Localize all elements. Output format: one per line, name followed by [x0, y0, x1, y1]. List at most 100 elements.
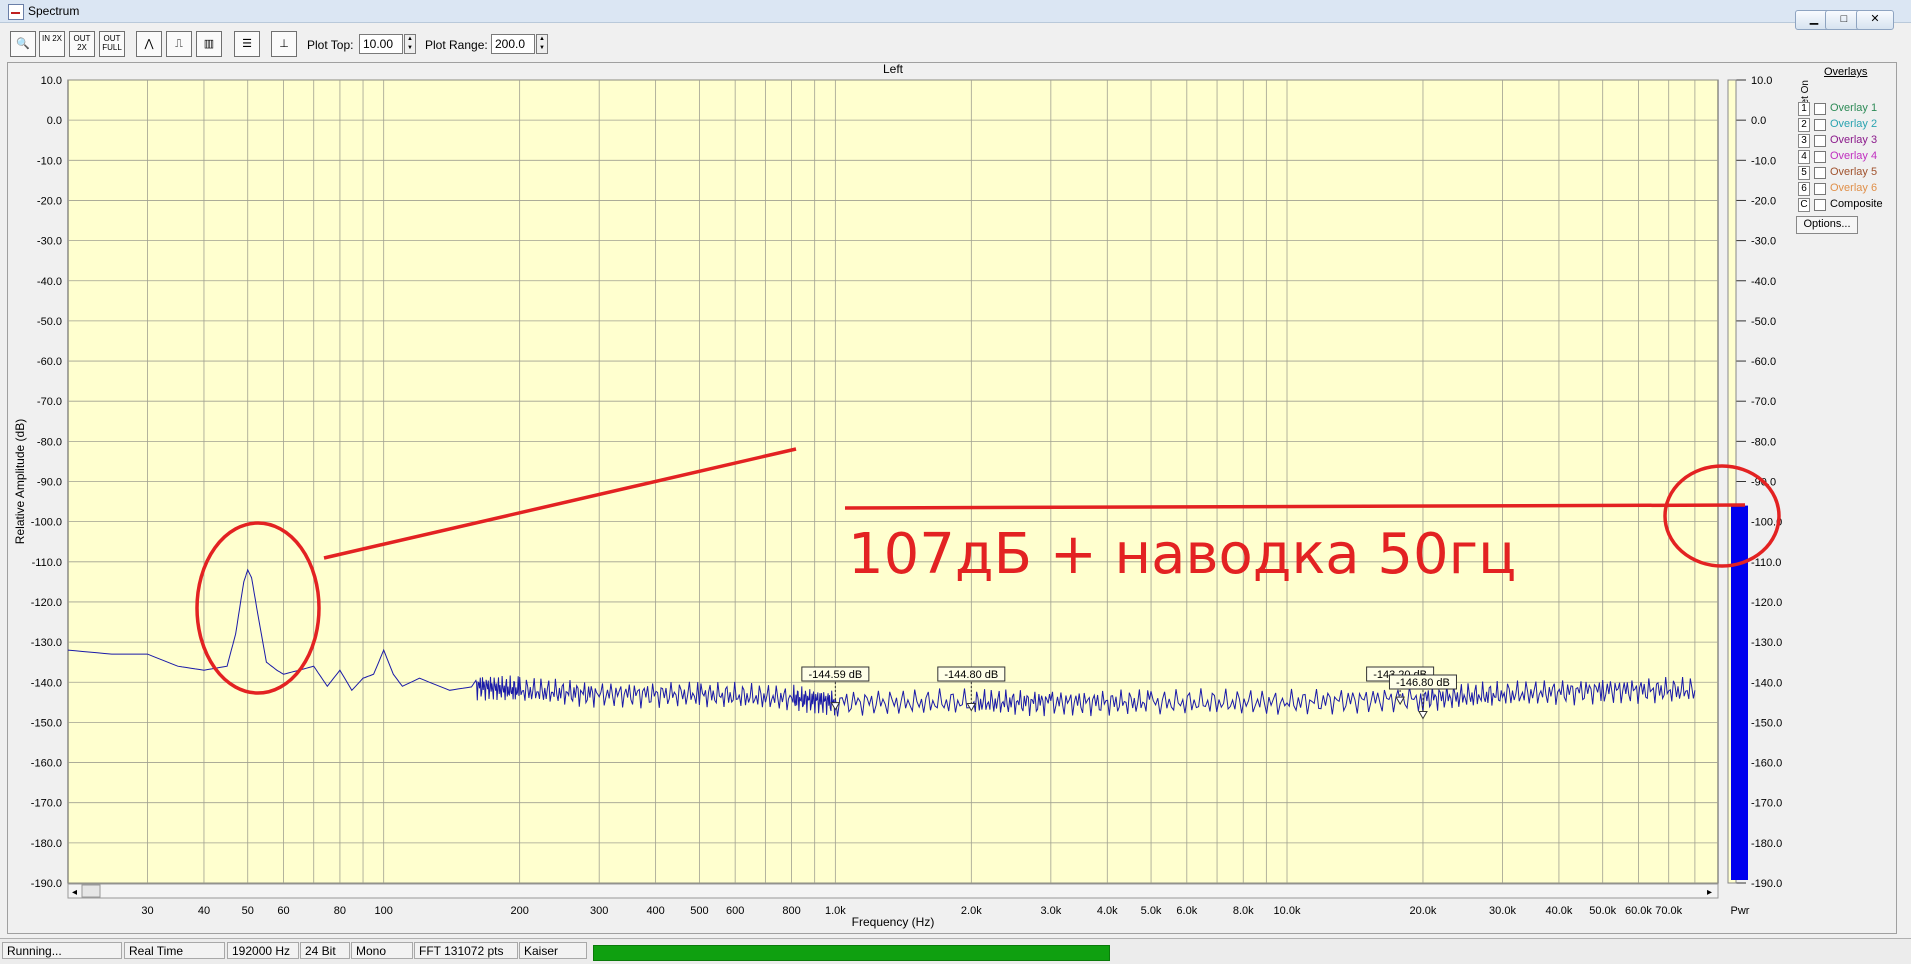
status-state: Running... [2, 942, 122, 959]
status-bar: Running... Real Time 192000 Hz 24 Bit Mo… [0, 938, 1911, 964]
x-tick-label: 200 [510, 905, 528, 917]
overlays-panel: Overlays Set On 1 Overlay 1 2 Overlay 2 3 Ove… [1794, 64, 1904, 264]
overlay-checkbox[interactable] [1814, 119, 1826, 131]
overlay-name: Overlay 6 [1830, 182, 1878, 194]
x-tick-label: 10.0k [1274, 905, 1301, 917]
overlay-name: Overlay 5 [1830, 166, 1878, 178]
annotation-text: 107дБ + наводка 50гц [848, 522, 1517, 587]
y-tick-label-left: -70.0 [37, 396, 62, 408]
scroll-left-arrow: ◂ [72, 887, 77, 898]
y-tick-label-left: -180.0 [31, 838, 62, 850]
y-axis-label: Relative Amplitude (dB) [13, 419, 27, 544]
x-axis-label: Frequency (Hz) [852, 915, 935, 929]
y-tick-label-right: -160.0 [1751, 758, 1782, 770]
y-tick-label-left: -110.0 [32, 557, 62, 569]
x-tick-label: 2.0k [961, 905, 982, 917]
y-tick-label-left: -130.0 [31, 637, 62, 649]
y-tick-label-left: -10.0 [37, 155, 62, 167]
overlay-checkbox[interactable] [1814, 103, 1826, 115]
y-tick-label-left: -150.0 [31, 717, 62, 729]
chart-title: Left [883, 62, 904, 76]
level-meter [593, 945, 1110, 961]
y-tick-label-left: -80.0 [37, 436, 62, 448]
x-tick-label: 800 [782, 905, 800, 917]
status-mode: Real Time [124, 942, 225, 959]
x-tick-label: 6.0k [1176, 905, 1197, 917]
overlay-name: Overlay 3 [1830, 134, 1878, 146]
x-tick-label: 4.0k [1097, 905, 1118, 917]
y-tick-label-right: -140.0 [1751, 677, 1782, 689]
y-tick-label-left: -190.0 [31, 878, 62, 890]
overlay-set-button[interactable]: 2 [1798, 118, 1810, 132]
overlay-set-button[interactable]: 3 [1798, 134, 1810, 148]
marker-label: -144.59 dB [808, 669, 862, 681]
status-bit-depth: 24 Bit [300, 942, 350, 959]
marker-label: -146.80 dB [1396, 677, 1450, 689]
y-tick-label-left: -160.0 [31, 758, 62, 770]
y-tick-label-right: -50.0 [1751, 316, 1776, 328]
overlay-set-button[interactable]: C [1798, 198, 1810, 212]
x-tick-label: 400 [646, 905, 664, 917]
status-channels: Mono [351, 942, 413, 959]
overlay-checkbox[interactable] [1814, 135, 1826, 147]
overlay-set-button[interactable]: 6 [1798, 182, 1810, 196]
y-tick-label-right: -80.0 [1751, 436, 1776, 448]
scroll-thumb [81, 884, 101, 898]
overlay-name: Overlay 4 [1830, 150, 1878, 162]
y-tick-label-right: 10.0 [1751, 75, 1772, 87]
overlays-options-button[interactable]: Options... [1796, 216, 1858, 234]
y-tick-label-left: -60.0 [37, 356, 62, 368]
scroll-right-arrow: ▸ [1707, 887, 1712, 898]
x-tick-label: 20.0k [1410, 905, 1437, 917]
y-tick-label-right: -180.0 [1751, 838, 1782, 850]
overlay-checkbox[interactable] [1814, 183, 1826, 195]
overlay-name: Overlay 1 [1830, 102, 1878, 114]
overlay-set-button[interactable]: 4 [1798, 150, 1810, 164]
x-tick-label: 50.0k [1589, 905, 1616, 917]
x-tick-label: 40.0k [1545, 905, 1572, 917]
y-tick-label-right: -30.0 [1751, 236, 1776, 248]
y-tick-label-left: -120.0 [31, 597, 62, 609]
x-tick-label: 50 [242, 905, 254, 917]
x-tick-label: 5.0k [1141, 905, 1162, 917]
spectrum-chart: 10.0 10.0 0.0 0.0 -10.0 -10.0 -20.0 -20.0 -30.0 -… [13, 62, 1782, 929]
overlay-set-button[interactable]: 5 [1798, 166, 1810, 180]
y-tick-label-right: -70.0 [1751, 396, 1776, 408]
overlay-checkbox[interactable] [1814, 199, 1826, 211]
x-tick-label: 60.0k [1625, 905, 1652, 917]
x-tick-label: 1.0k [825, 905, 846, 917]
x-tick-label: 30.0k [1489, 905, 1516, 917]
y-tick-label-left: 0.0 [47, 115, 62, 127]
y-tick-label-right: -120.0 [1751, 597, 1782, 609]
overlay-name: Composite [1830, 198, 1883, 210]
y-tick-label-left: -100.0 [31, 517, 62, 529]
x-tick-label: 40 [198, 905, 210, 917]
y-tick-label-left: -170.0 [31, 798, 62, 810]
x-tick-label: 3.0k [1040, 905, 1061, 917]
y-tick-label-right: -170.0 [1751, 798, 1782, 810]
x-tick-label: 600 [726, 905, 744, 917]
overlay-checkbox[interactable] [1814, 167, 1826, 179]
horizontal-scrollbar [67, 883, 1719, 899]
x-tick-label: 8.0k [1233, 905, 1254, 917]
y-tick-label-right: -10.0 [1751, 155, 1776, 167]
y-tick-label-right: -150.0 [1751, 717, 1782, 729]
status-window: Kaiser [519, 942, 587, 959]
y-tick-label-left: 10.0 [41, 75, 62, 87]
y-tick-label-right: -130.0 [1751, 637, 1782, 649]
y-tick-label-right: -190.0 [1751, 878, 1782, 890]
y-tick-label-right: 0.0 [1751, 115, 1766, 127]
y-tick-label-left: -140.0 [31, 677, 62, 689]
overlay-name: Overlay 2 [1830, 118, 1878, 130]
overlay-set-button[interactable]: 1 [1798, 102, 1810, 116]
x-tick-label: 70.0k [1655, 905, 1682, 917]
overlay-checkbox[interactable] [1814, 151, 1826, 163]
power-bar-label: Pwr [1731, 905, 1750, 917]
overlays-title: Overlays [1824, 66, 1868, 78]
y-tick-label-left: -40.0 [37, 276, 62, 288]
y-tick-label-left: -50.0 [37, 316, 62, 328]
x-tick-label: 60 [277, 905, 289, 917]
x-tick-label: 30 [141, 905, 153, 917]
x-tick-label: 100 [375, 905, 393, 917]
x-tick-label: 300 [590, 905, 608, 917]
